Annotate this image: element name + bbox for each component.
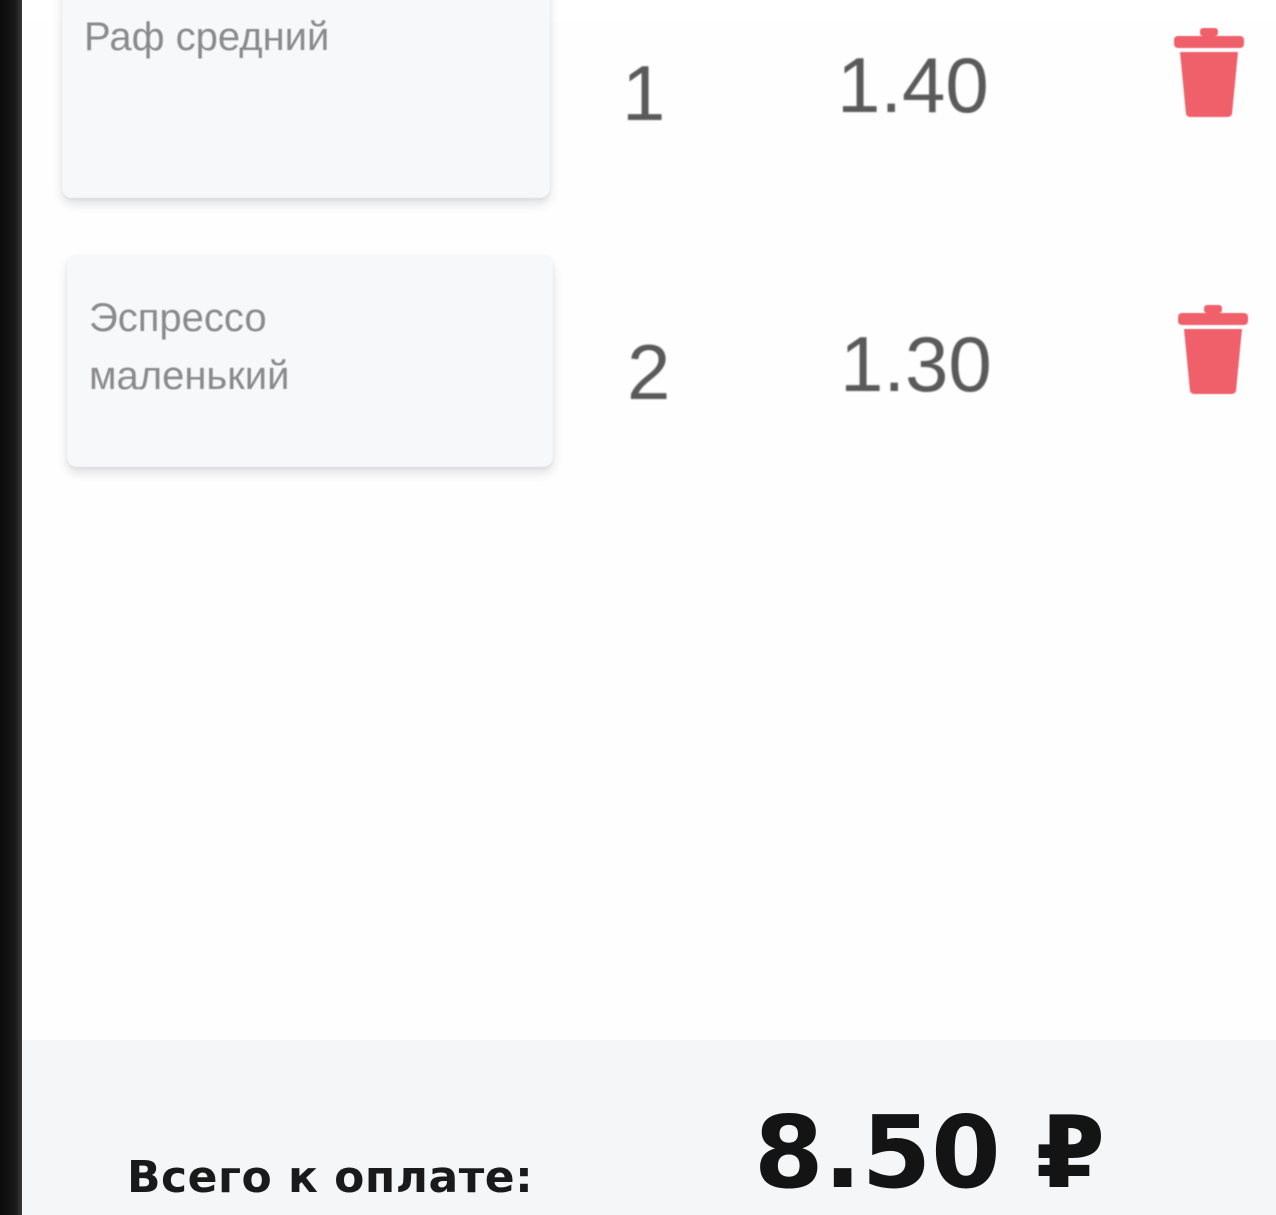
- cart-row: Раф средний 1 1.40: [22, 0, 1276, 230]
- item-card[interactable]: Эспрессо маленький: [67, 255, 553, 467]
- trash-icon[interactable]: [1174, 303, 1252, 395]
- device-bezel: [0, 0, 22, 1215]
- checkout-footer: Всего к оплате: 8.50 ₽: [22, 1040, 1276, 1215]
- item-quantity: 2: [627, 328, 671, 416]
- item-name: Эспрессо маленький: [89, 296, 290, 398]
- item-price: 1.40: [837, 41, 989, 129]
- cart-row: Эспрессо маленький 2 1.30: [22, 255, 1276, 490]
- total-amount: 8.50 ₽: [754, 1094, 1106, 1211]
- item-quantity: 1: [622, 49, 666, 137]
- item-card[interactable]: Раф средний: [62, 0, 550, 198]
- total-label: Всего к оплате:: [127, 1152, 534, 1203]
- item-name: Раф средний: [84, 15, 330, 59]
- item-price: 1.30: [840, 320, 992, 408]
- trash-icon[interactable]: [1170, 26, 1248, 118]
- cart-screen: Раф средний 1 1.40 Эспрессо маленький 2 …: [0, 0, 1276, 1215]
